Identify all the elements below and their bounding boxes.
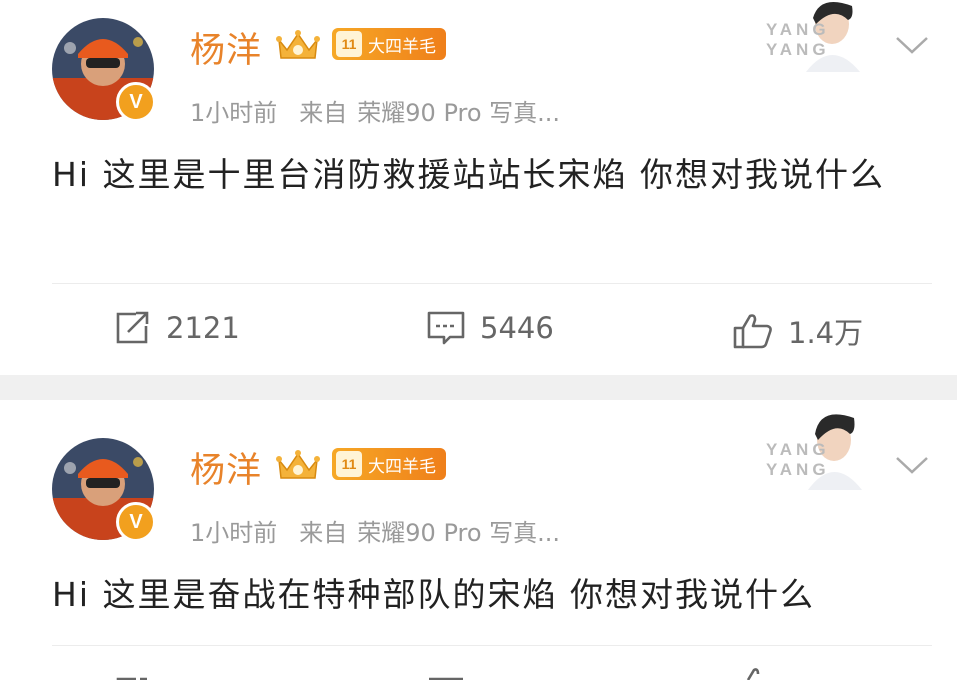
post-meta: 1小时前 来自 荣耀90 Pro 写真... [190,93,582,128]
author-name[interactable]: 杨洋 [190,442,262,493]
level-title: 大四羊毛 [368,36,436,57]
weibo-post: V 杨洋 11 大四羊毛 1小时前 来自 荣耀90 Pro 写真... YANG Y… [0,400,957,680]
like-count: 1.4万 [788,316,864,350]
verified-badge: V [116,502,156,542]
repost-count: 2121 [166,311,240,345]
thumbs-up-icon [733,314,772,349]
source-label: 来自 [299,519,348,547]
post-text: Hi 这里是十里台消防救援站站长宋焰 你想对我说什么 [52,155,885,194]
divider [52,645,932,646]
crown-icon [276,30,320,59]
source-device[interactable]: 荣耀90 Pro 写真... [357,519,560,547]
comment-button[interactable]: 5446 [426,310,554,346]
avatar[interactable]: V [52,438,156,542]
thumbnail-text: YANG YANG [766,20,830,59]
repost-button[interactable]: 2121 [114,310,240,346]
divider [52,283,932,284]
avatar[interactable]: V [52,18,156,122]
level-badge: 11 大四羊毛 [332,28,446,60]
chevron-down-icon[interactable] [894,454,930,476]
comment-count: 5446 [480,311,554,345]
level-number: 11 [336,31,362,57]
level-number: 11 [336,451,362,477]
fan-thumbnail[interactable]: YANG YANG [766,404,884,490]
weibo-post: V 杨洋 11 大四羊毛 1小时前 来自 荣耀90 Pro 写真... YANG Y… [0,0,957,375]
source-label: 来自 [299,99,348,127]
chevron-down-icon[interactable] [894,34,930,56]
fan-thumbnail[interactable]: YANG YANG [766,0,884,72]
level-badge: 11 大四羊毛 [332,448,446,480]
source-device[interactable]: 荣耀90 Pro 写真... [357,99,560,127]
thumbnail-text: YANG YANG [766,440,830,479]
like-button[interactable]: 1.4万 [732,310,863,352]
post-text: Hi 这里是奋战在特种部队的宋焰 你想对我说什么 [52,575,815,614]
share-icon [116,311,149,344]
post-separator [0,375,957,400]
level-title: 大四羊毛 [368,456,436,477]
author-name[interactable]: 杨洋 [190,22,262,73]
thumbs-up-icon[interactable] [744,666,764,680]
post-meta: 1小时前 来自 荣耀90 Pro 写真... [190,513,582,548]
post-time: 1小时前 [190,519,278,547]
crown-icon [276,450,320,479]
comment-icon [427,311,465,345]
post-time: 1小时前 [190,99,278,127]
verified-badge: V [116,82,156,122]
